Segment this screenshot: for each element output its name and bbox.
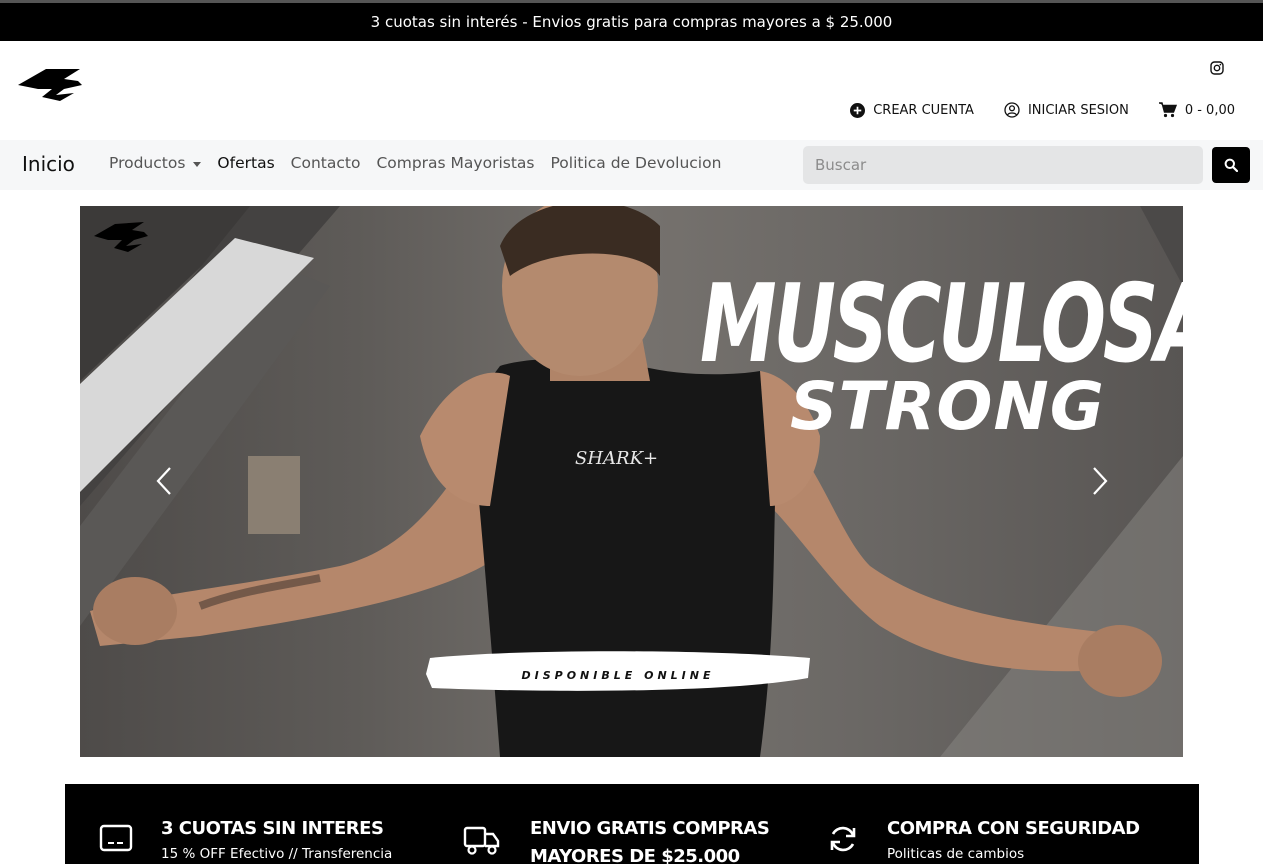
- feature-cuotas: 3 CUOTAS SIN INTERES 15 % OFF Efectivo /…: [99, 784, 459, 864]
- cart-link[interactable]: 0 - 0,00: [1158, 102, 1235, 118]
- nav-item-label: Productos: [109, 154, 186, 172]
- nav-item-label: Politica de Devolucion: [550, 154, 722, 172]
- create-account-label: CREAR CUENTA: [873, 102, 974, 118]
- refresh-icon: [830, 826, 856, 852]
- main-navbar: Inicio Productos Ofertas Contacto Compra…: [0, 140, 1263, 190]
- search-input[interactable]: [803, 146, 1203, 184]
- feature-subtitle: 15 % OFF Efectivo // Transferencia: [161, 846, 393, 862]
- banner-title-line2: STRONG: [790, 368, 1105, 445]
- announcement-bar: 3 cuotas sin interés - Envios gratis par…: [0, 0, 1263, 41]
- announcement-text: 3 cuotas sin interés - Envios gratis par…: [370, 13, 893, 31]
- shark-logo[interactable]: [16, 67, 84, 103]
- account-links: CREAR CUENTA INICIAR SESION 0 - 0,00: [850, 102, 1235, 118]
- nav-links: Productos Ofertas Contacto Compras Mayor…: [109, 154, 721, 172]
- nav-item-label: Ofertas: [217, 154, 275, 172]
- nav-item-politica-devolucion[interactable]: Politica de Devolucion: [551, 154, 722, 172]
- search-button[interactable]: [1212, 147, 1250, 183]
- features-strip: 3 CUOTAS SIN INTERES 15 % OFF Efectivo /…: [65, 784, 1199, 867]
- nav-item-compras-mayoristas[interactable]: Compras Mayoristas: [376, 154, 534, 172]
- cart-total: 0 - 0,00: [1184, 102, 1235, 118]
- caret-down-icon: [193, 161, 202, 167]
- shirt-print-text: SHARK+: [575, 448, 658, 469]
- nav-item-productos[interactable]: Productos: [109, 154, 202, 172]
- create-account-link[interactable]: CREAR CUENTA: [850, 102, 974, 118]
- carousel-prev-icon[interactable]: [154, 466, 174, 496]
- carousel-next-icon[interactable]: [1090, 466, 1110, 496]
- nav-item-contacto[interactable]: Contacto: [291, 154, 361, 172]
- hero-banner[interactable]: SHARK+ MUSCULOSA STRONG DISPONIBLE ONLIN…: [80, 206, 1183, 757]
- feature-subtitle: Politicas de cambios: [887, 846, 1025, 862]
- nav-item-ofertas[interactable]: Ofertas: [217, 154, 274, 172]
- credit-card-icon: [99, 824, 133, 852]
- nav-item-label: Compras Mayoristas: [376, 154, 535, 172]
- site-header: CREAR CUENTA INICIAR SESION 0 - 0,00: [0, 41, 1263, 140]
- instagram-icon[interactable]: [1209, 60, 1225, 76]
- feature-envio: ENVIO GRATIS COMPRAS MAYORES DE $25.000: [463, 784, 823, 867]
- feature-seguridad: COMPRA CON SEGURIDAD Politicas de cambio…: [828, 784, 1188, 864]
- user-circle-icon: [1004, 102, 1020, 118]
- nav-item-label: Contacto: [290, 154, 361, 172]
- feature-title: 3 CUOTAS SIN INTERES: [161, 818, 384, 839]
- login-label: INICIAR SESION: [1027, 102, 1129, 118]
- feature-title: ENVIO GRATIS COMPRAS: [530, 818, 770, 839]
- banner-cta-text[interactable]: DISPONIBLE ONLINE: [426, 652, 810, 698]
- shopping-cart-icon: [1158, 102, 1177, 118]
- search-icon: [1224, 158, 1238, 172]
- feature-title: COMPRA CON SEGURIDAD: [887, 818, 1140, 839]
- truck-icon: [463, 826, 500, 855]
- login-link[interactable]: INICIAR SESION: [1004, 102, 1129, 118]
- nav-home[interactable]: Inicio: [22, 152, 75, 176]
- plus-circle-icon: [850, 102, 866, 118]
